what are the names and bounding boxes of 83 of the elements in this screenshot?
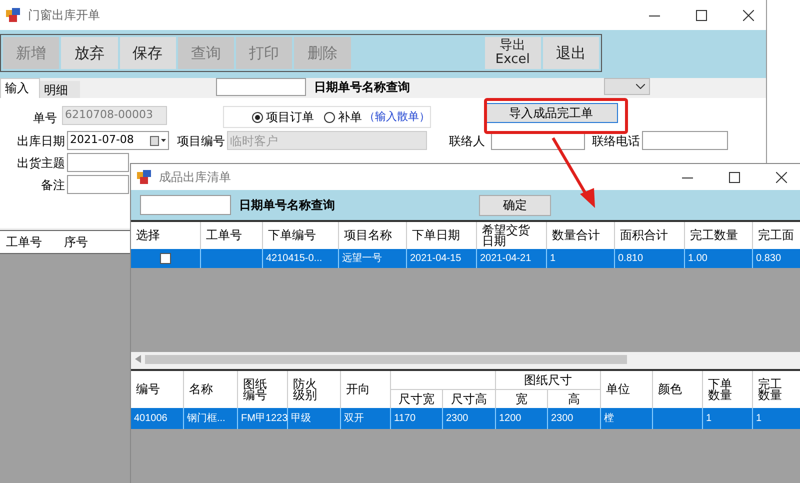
column-header-text: 下单编号 bbox=[268, 230, 317, 241]
column-header-text: 图纸编号 bbox=[243, 378, 268, 400]
order-number-field[interactable]: 6210708-00003 bbox=[62, 106, 167, 125]
search-field[interactable] bbox=[140, 195, 231, 215]
window-title: 门窗出库开单 bbox=[28, 7, 100, 24]
column-header-text: 颜色 bbox=[658, 384, 683, 395]
table-cell: 0.830 bbox=[753, 249, 800, 268]
field-label: 出货主题 bbox=[16, 154, 66, 172]
table-cell: 2021-04-15 bbox=[407, 249, 477, 268]
table-cell: 双开 bbox=[341, 408, 391, 429]
scroll-left-icon[interactable] bbox=[135, 355, 141, 363]
column-group-header: 图纸尺寸 bbox=[496, 371, 601, 390]
field-label: 出库日期 bbox=[16, 132, 66, 150]
dialog-title: 成品出库清单 bbox=[159, 169, 231, 186]
table-cell: 1170 bbox=[391, 408, 443, 429]
radio-option[interactable]: 补单 bbox=[324, 108, 362, 126]
table-cell: 远望一号 bbox=[339, 249, 407, 268]
table-cell: FM甲1223 bbox=[238, 408, 288, 429]
tab[interactable]: 明细 bbox=[40, 81, 80, 98]
column-header-text: 选择 bbox=[136, 230, 161, 241]
table-cell: 401006 bbox=[131, 408, 184, 429]
table-cell: 1.00 bbox=[685, 249, 753, 268]
close-icon[interactable] bbox=[743, 10, 754, 20]
table-cell: 2300 bbox=[548, 408, 601, 429]
table-cell: 2021-04-21 bbox=[477, 249, 547, 268]
column-header-text: 数量合计 bbox=[552, 230, 601, 241]
table-cell: 钢门框... bbox=[184, 408, 238, 429]
column-header: 序号 bbox=[63, 234, 89, 251]
field-label: 单号 bbox=[32, 110, 58, 127]
column-header-text: 面积合计 bbox=[620, 230, 669, 241]
column-header-text: 希望交货日期 bbox=[482, 224, 531, 246]
toolbar-button[interactable]: 退出 bbox=[542, 37, 599, 69]
column-header-text: 完工面 bbox=[758, 230, 795, 241]
calendar-icon bbox=[150, 136, 166, 146]
maximize-icon[interactable] bbox=[729, 172, 740, 182]
app-icon bbox=[6, 8, 20, 22]
field-label: 项目编号 bbox=[177, 132, 226, 150]
table-cell: 甲级 bbox=[288, 408, 341, 429]
table-cell: 樘 bbox=[601, 408, 653, 429]
table-cell: 4210415-0... bbox=[263, 249, 339, 268]
import-button[interactable]: 导入成品完工单 bbox=[484, 103, 618, 123]
column-header-text: 编号 bbox=[136, 384, 161, 395]
phone-field[interactable] bbox=[642, 131, 728, 150]
table-cell: 2300 bbox=[443, 408, 496, 429]
column-header-text: 完工数量 bbox=[758, 378, 783, 400]
scatter-order-link[interactable]: （输入散单） bbox=[364, 108, 430, 126]
app-icon bbox=[137, 170, 151, 184]
table-cell: 1 bbox=[703, 408, 753, 429]
ok-button[interactable]: 确定 bbox=[479, 194, 551, 216]
field-label: 备注 bbox=[40, 176, 66, 194]
column-header-text: 下单日期 bbox=[412, 230, 461, 241]
table-cell: 0.810 bbox=[615, 249, 685, 268]
toolbar-button[interactable]: 放弃 bbox=[61, 37, 118, 69]
radio-option[interactable]: 项目订单 bbox=[252, 108, 314, 126]
column-header-text: 完工数量 bbox=[690, 230, 739, 241]
table-row[interactable]: 401006 钢门框... FM甲1223 甲级 双开 1170 2300 1200 2300 樘 1 1 bbox=[131, 408, 800, 429]
note-field[interactable] bbox=[67, 175, 129, 194]
table-cell: 1 bbox=[547, 249, 615, 268]
column-header-text: 名称 bbox=[189, 384, 214, 395]
subject-field[interactable] bbox=[67, 153, 129, 172]
column-header-text: 下单数量 bbox=[708, 378, 733, 400]
column-header: 工单号 bbox=[5, 234, 43, 251]
column-header-text: 工单号 bbox=[206, 230, 243, 241]
column-header-text: 项目名称 bbox=[344, 230, 393, 241]
caret-icon bbox=[636, 84, 645, 89]
maximize-icon[interactable] bbox=[696, 10, 707, 20]
close-icon[interactable] bbox=[776, 172, 787, 182]
table-row[interactable]: 4210415-0... 远望一号 2021-04-15 2021-04-21 1 0.810 1.00 0.830 bbox=[131, 249, 800, 268]
search-field[interactable] bbox=[216, 78, 306, 96]
field-label: 联络电话 bbox=[592, 132, 641, 150]
search-label: 日期单号名称查询 bbox=[239, 197, 335, 214]
column-header-text: 单位 bbox=[606, 384, 631, 395]
search-label: 日期单号名称查询 bbox=[314, 79, 410, 96]
table-cell: 1 bbox=[753, 408, 800, 429]
column-header-text: 开向 bbox=[346, 384, 371, 395]
toolbar-button[interactable]: 导出 Excel bbox=[484, 37, 541, 69]
checkbox[interactable] bbox=[160, 253, 171, 264]
toolbar-button[interactable]: 保存 bbox=[120, 37, 176, 69]
tab[interactable]: 输入 bbox=[0, 78, 40, 98]
date-picker[interactable]: 2021-07-08 bbox=[67, 131, 169, 150]
field-label: 联络人 bbox=[449, 132, 486, 150]
table-cell: 1200 bbox=[496, 408, 548, 429]
column-header-text: 防火级别 bbox=[293, 378, 318, 400]
